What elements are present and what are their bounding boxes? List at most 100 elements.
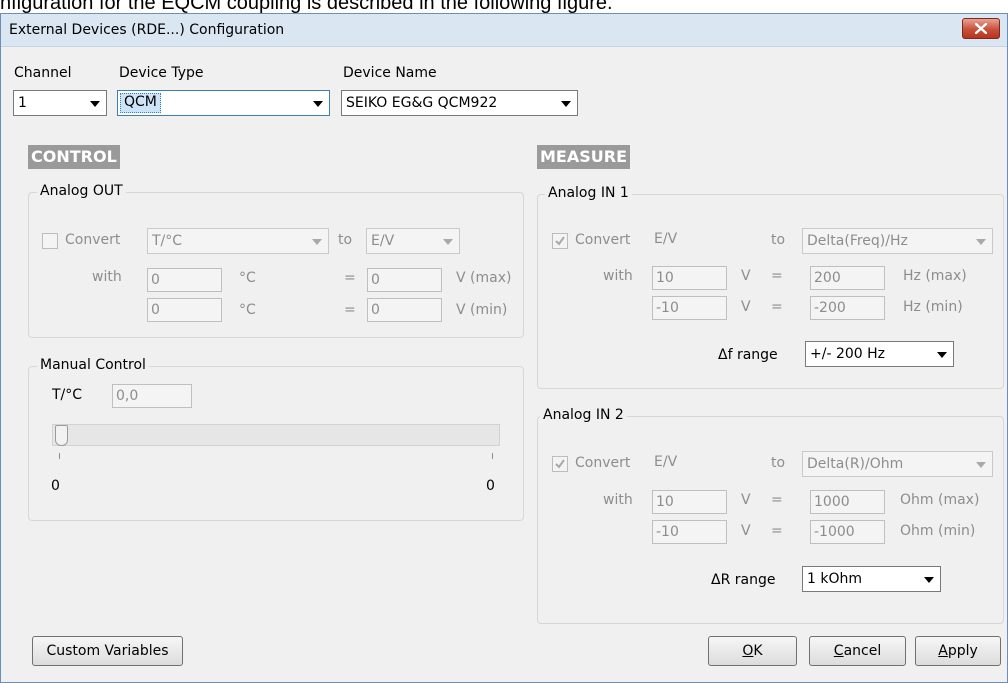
analog-out-with-label: with: [92, 269, 122, 285]
manual-control-title: Manual Control: [37, 357, 149, 373]
analog-in-2-from-label: E/V: [654, 454, 678, 470]
analog-in-1-max-out-unit: Hz (max): [903, 268, 967, 284]
analog-in-1-eq-min: =: [771, 299, 783, 315]
custom-variables-button[interactable]: Custom Variables: [32, 636, 183, 666]
check-icon: [555, 459, 565, 469]
analog-in-1-to-dropdown[interactable]: Delta(Freq)/Hz: [802, 228, 993, 254]
slider-min-label: 0: [51, 478, 60, 494]
analog-out-from-dropdown[interactable]: T/°C: [147, 228, 329, 254]
analog-in-2-max-in-unit: V: [741, 492, 751, 508]
analog-out-eq-max: =: [344, 270, 356, 286]
analog-in-1-min-out-unit: Hz (min): [903, 299, 963, 315]
analog-in-2-max-out-field[interactable]: 1000: [810, 490, 885, 514]
device-name-value: SEIKO EG&G QCM922: [346, 95, 498, 111]
analog-out-min-in-field[interactable]: 0: [147, 298, 222, 322]
analog-in-1-range-value: +/- 200 Hz: [810, 346, 885, 362]
chevron-down-icon: [937, 352, 947, 358]
analog-out-max-out-unit: V (max): [456, 270, 512, 286]
channel-value: 1: [18, 95, 27, 111]
analog-in-2-min-in-unit: V: [741, 523, 751, 539]
channel-dropdown[interactable]: 1: [13, 90, 107, 116]
analog-in-2-eq-min: =: [771, 523, 783, 539]
channel-label: Channel: [14, 65, 72, 81]
cancel-button[interactable]: Cancel: [809, 636, 906, 666]
analog-in-1-to-label: to: [771, 232, 786, 248]
analog-in-1-from-label: E/V: [654, 231, 678, 247]
analog-in-2-min-out-unit: Ohm (min): [900, 523, 976, 539]
device-type-label: Device Type: [119, 65, 204, 81]
cancel-mnemonic: C: [833, 643, 844, 659]
analog-out-from-value: T/°C: [152, 233, 183, 249]
analog-out-min-unit: °C: [239, 302, 256, 318]
chevron-down-icon: [976, 462, 986, 468]
analog-out-convert-checkbox[interactable]: [42, 233, 58, 249]
analog-in-1-min-in-field[interactable]: -10: [652, 296, 727, 320]
slider-tick-max: [492, 453, 493, 459]
analog-in-2-max-in-field[interactable]: 10: [652, 490, 727, 514]
analog-in-2-with-label: with: [603, 492, 633, 508]
analog-in-2-eq-max: =: [771, 492, 783, 508]
analog-out-to-dropdown[interactable]: E/V: [366, 228, 460, 254]
manual-value-field[interactable]: 0,0: [112, 384, 192, 408]
device-name-label: Device Name: [343, 65, 437, 81]
analog-out-max-in-field[interactable]: 0: [147, 268, 222, 292]
apply-button[interactable]: Apply: [915, 636, 1001, 666]
measure-header: MEASURE: [537, 145, 630, 169]
chevron-down-icon: [976, 239, 986, 245]
slider-tick-min: [59, 453, 60, 459]
analog-in-1-to-value: Delta(Freq)/Hz: [807, 233, 908, 249]
device-name-dropdown[interactable]: SEIKO EG&G QCM922: [341, 90, 578, 116]
analog-out-convert-label: Convert: [65, 232, 121, 248]
analog-in-1-range-label: Δf range: [718, 347, 778, 363]
window-title: External Devices (RDE...) Configuration: [9, 22, 285, 38]
analog-in-1-max-in-field[interactable]: 10: [652, 266, 727, 290]
control-header: CONTROL: [28, 145, 120, 169]
analog-out-eq-min: =: [344, 302, 356, 318]
analog-in-1-min-out-field[interactable]: -200: [810, 296, 885, 320]
slider-max-label: 0: [486, 478, 495, 494]
analog-in-1-title: Analog IN 1: [545, 185, 632, 201]
analog-in-1-convert-checkbox[interactable]: [552, 233, 568, 249]
analog-in-1-convert-label: Convert: [575, 232, 631, 248]
analog-in-2-to-dropdown[interactable]: Delta(R)/Ohm: [802, 451, 993, 477]
chevron-down-icon: [443, 239, 453, 245]
analog-in-1-max-out-field[interactable]: 200: [810, 266, 885, 290]
analog-in-2-title: Analog IN 2: [540, 407, 627, 423]
analog-in-2-convert-checkbox[interactable]: [552, 456, 568, 472]
slider-thumb[interactable]: [55, 425, 68, 446]
analog-out-group: [28, 192, 524, 338]
analog-in-1-min-in-unit: V: [741, 299, 751, 315]
analog-out-to-value: E/V: [371, 233, 395, 249]
analog-in-1-with-label: with: [603, 268, 633, 284]
analog-in-2-group: [537, 416, 1004, 624]
title-bar[interactable]: External Devices (RDE...) Configuration: [1, 14, 1007, 47]
manual-slider[interactable]: [52, 424, 500, 446]
analog-in-1-eq-max: =: [771, 268, 783, 284]
analog-in-2-to-value: Delta(R)/Ohm: [807, 456, 904, 472]
analog-out-to-label: to: [338, 232, 353, 248]
analog-in-2-convert-label: Convert: [575, 455, 631, 471]
device-type-value: QCM: [120, 93, 161, 113]
analog-in-1-range-dropdown[interactable]: +/- 200 Hz: [805, 341, 954, 367]
analog-out-min-out-field[interactable]: 0: [367, 298, 442, 322]
analog-in-2-min-in-field[interactable]: -10: [652, 520, 727, 544]
ok-mnemonic: O: [742, 643, 754, 659]
analog-out-min-out-unit: V (min): [456, 302, 508, 318]
device-type-dropdown[interactable]: QCM: [117, 90, 330, 116]
chevron-down-icon: [561, 101, 571, 107]
close-button[interactable]: [962, 18, 1000, 39]
close-icon: [975, 23, 987, 34]
analog-out-max-out-field[interactable]: 0: [367, 268, 442, 292]
analog-in-2-to-label: to: [771, 455, 786, 471]
analog-in-2-range-value: 1 kOhm: [807, 571, 862, 587]
configuration-dialog: External Devices (RDE...) Configuration …: [0, 13, 1008, 683]
analog-in-2-range-label: ΔR range: [711, 572, 776, 588]
apply-mnemonic: A: [938, 643, 948, 659]
analog-in-2-max-out-unit: Ohm (max): [900, 492, 980, 508]
analog-in-2-range-dropdown[interactable]: 1 kOhm: [802, 566, 941, 592]
ok-label: K: [753, 643, 763, 659]
ok-button[interactable]: OK: [708, 636, 797, 666]
analog-in-2-min-out-field[interactable]: -1000: [810, 520, 885, 544]
check-icon: [555, 236, 565, 246]
analog-out-title: Analog OUT: [37, 183, 126, 199]
